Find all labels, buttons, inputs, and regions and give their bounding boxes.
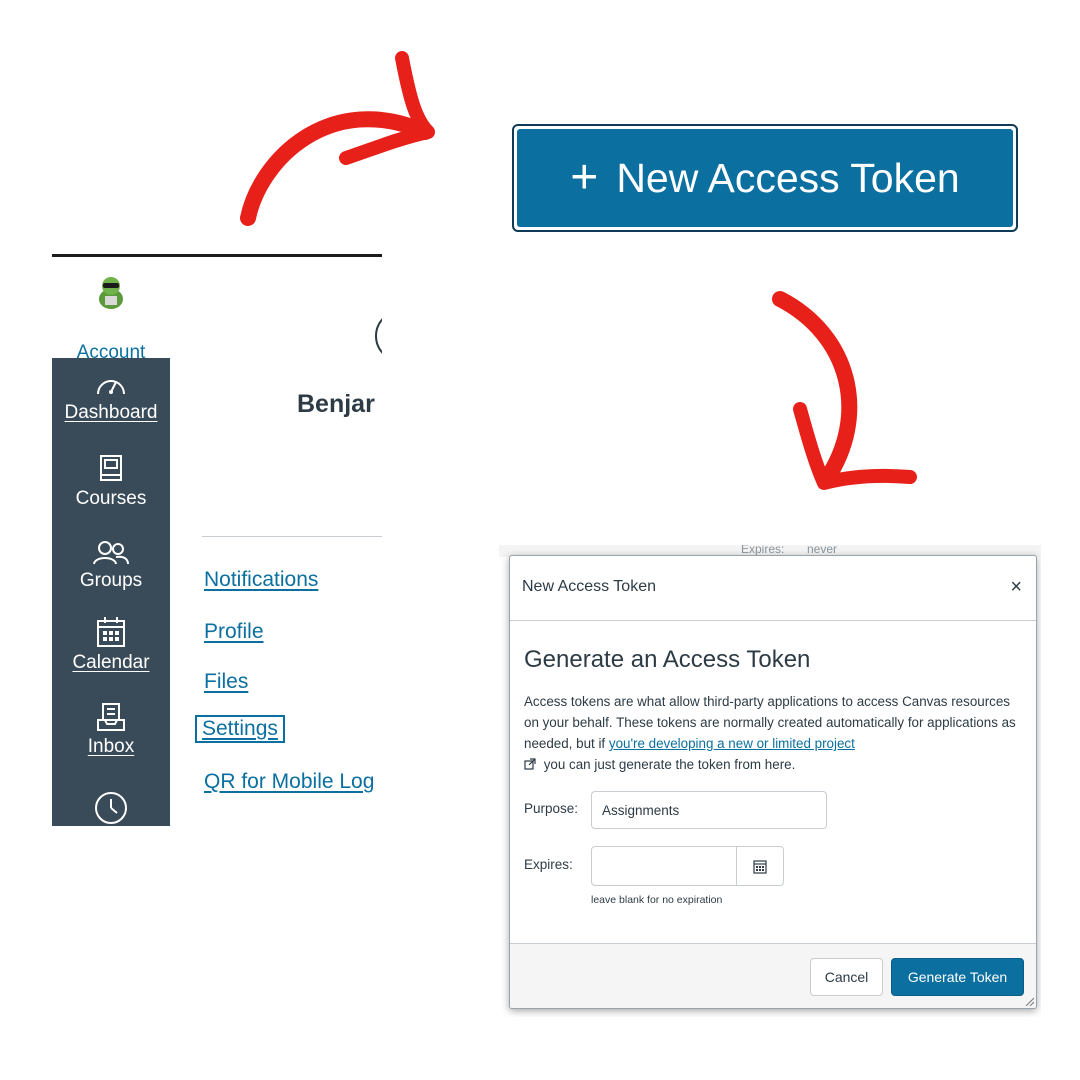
developer-docs-link[interactable]: you're developing a new or limited proje… (609, 736, 855, 751)
courses-icon (100, 455, 122, 481)
sidebar-item-courses[interactable]: Courses (52, 454, 170, 510)
purpose-label: Purpose: (524, 801, 579, 816)
files-link[interactable]: Files (204, 670, 248, 694)
expires-hint: leave blank for no expiration (591, 894, 723, 906)
sidebar-item-label: Inbox (87, 736, 135, 757)
generate-token-button[interactable]: Generate Token (891, 958, 1024, 996)
sidebar-item-dashboard[interactable]: Dashboard (52, 372, 170, 424)
groups-icon (93, 541, 129, 565)
cancel-button[interactable]: Cancel (810, 958, 883, 996)
description-text-end: you can just generate the token from her… (540, 757, 796, 772)
sidebar-item-account[interactable]: Account (52, 272, 170, 363)
inbox-icon (97, 703, 125, 731)
dialog-heading: Generate an Access Token (524, 646, 811, 673)
global-navigation: Dashboard Courses Groups Calendar Inbox (52, 358, 170, 826)
new-access-token-button[interactable]: + New Access Token (517, 129, 1013, 227)
sidebar-item-label: Groups (79, 570, 143, 591)
expires-input[interactable] (591, 846, 737, 886)
calendar-icon (753, 859, 767, 874)
access-token-dialog: New Access Token × Generate an Access To… (509, 555, 1037, 1009)
sidebar-item-label: Courses (75, 488, 147, 509)
divider (202, 536, 382, 537)
calendar-icon (97, 617, 125, 647)
sidebar-item-history[interactable] (52, 790, 170, 826)
canvas-account-crop: Account Dashboard Courses Groups Calenda… (52, 254, 382, 826)
qr-mobile-login-link[interactable]: QR for Mobile Log (204, 770, 374, 794)
dialog-description: Access tokens are what allow third-party… (524, 691, 1019, 775)
avatar[interactable] (375, 310, 382, 362)
avatar-turtle-icon (99, 277, 123, 309)
close-icon[interactable]: × (1010, 576, 1022, 599)
date-picker-button[interactable] (736, 846, 784, 886)
dialog-footer: Cancel Generate Token (510, 943, 1036, 1008)
dashboard-icon (97, 380, 125, 395)
access-token-dialog-crop: Expires: never New Access Token × Genera… (499, 545, 1041, 1017)
expires-label: Expires: (524, 857, 573, 872)
sidebar-item-groups[interactable]: Groups (52, 540, 170, 592)
sidebar-item-label: Calendar (72, 652, 150, 673)
resize-grip-icon[interactable] (1024, 996, 1034, 1006)
cut-off-link: · · · · (204, 816, 324, 826)
external-link-icon (524, 758, 536, 770)
dialog-title: New Access Token (522, 578, 656, 595)
clock-icon (95, 792, 127, 824)
dialog-body: Generate an Access Token Access tokens a… (510, 621, 1036, 945)
purpose-input[interactable] (591, 791, 827, 829)
new-access-token-button-zoom: + New Access Token (512, 124, 1018, 232)
curved-arrow-top-icon (240, 51, 435, 226)
top-divider (52, 254, 382, 257)
notifications-link[interactable]: Notifications (204, 568, 318, 592)
plus-icon: + (570, 151, 599, 204)
dialog-header: New Access Token × (510, 556, 1036, 621)
sidebar-item-calendar[interactable]: Calendar (52, 616, 170, 674)
settings-link[interactable]: Settings (195, 715, 285, 743)
sidebar-item-label: Dashboard (64, 402, 158, 423)
sidebar-item-inbox[interactable]: Inbox (52, 702, 170, 758)
profile-link[interactable]: Profile (204, 620, 264, 644)
new-access-token-label: New Access Token (616, 154, 960, 201)
profile-name: Benjar (297, 390, 375, 418)
curved-arrow-right-icon (772, 291, 917, 490)
